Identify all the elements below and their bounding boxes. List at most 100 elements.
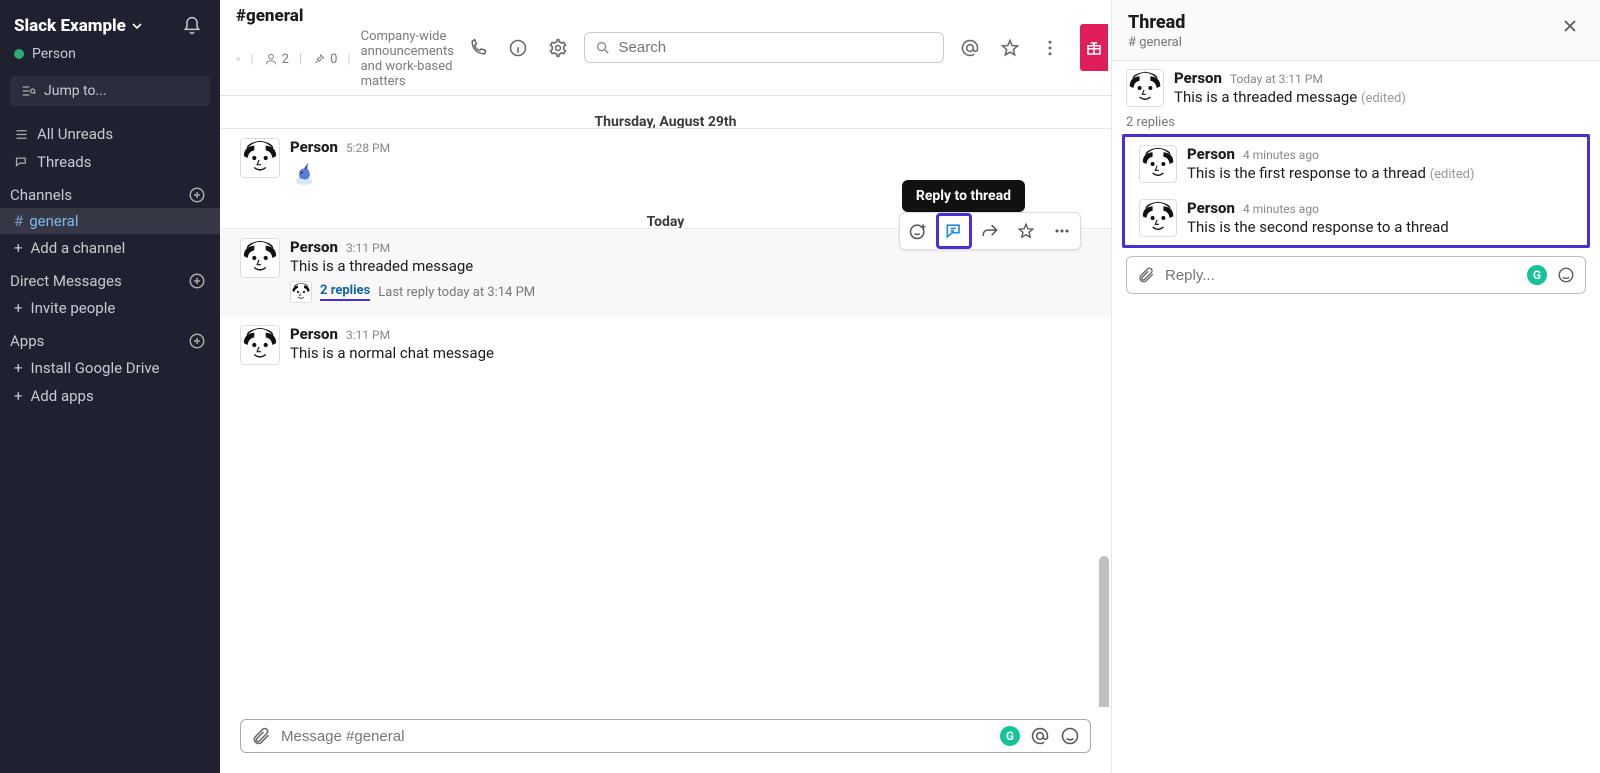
messages-list: Thursday, August 29th Person 5:28 PM xyxy=(220,96,1111,707)
presence-row: Person xyxy=(0,42,220,72)
dm-heading: Direct Messages xyxy=(10,272,122,290)
search-input[interactable] xyxy=(619,39,933,56)
highlighted-replies: Person 4 minutes ago This is the first r… xyxy=(1122,134,1590,248)
presence-dot-icon xyxy=(14,49,24,59)
mini-avatar xyxy=(290,281,312,303)
message-author[interactable]: Person xyxy=(1187,199,1235,217)
sidebar-item-threads[interactable]: Threads xyxy=(0,148,220,176)
star-icon[interactable] xyxy=(236,52,240,66)
channel-topic[interactable]: Company-wide announcements and work-base… xyxy=(361,29,464,89)
sidebar-item-label: Add apps xyxy=(31,387,94,405)
message-text: This is the second response to a thread xyxy=(1187,218,1573,236)
message-author[interactable]: Person xyxy=(1187,145,1235,163)
star-action-icon[interactable] xyxy=(1008,213,1044,249)
avatar[interactable] xyxy=(240,325,280,365)
message-timestamp[interactable]: 4 minutes ago xyxy=(1243,202,1319,216)
thread-icon xyxy=(14,155,29,170)
plus-icon: + xyxy=(14,359,23,377)
grammarly-icon[interactable]: G xyxy=(1527,265,1547,285)
pin-icon xyxy=(312,52,326,66)
jump-placeholder: Jump to... xyxy=(44,83,107,99)
thread-reply-input[interactable] xyxy=(1165,267,1517,284)
avatar[interactable] xyxy=(240,238,280,278)
message-composer[interactable]: G xyxy=(240,719,1091,753)
reply-thread-icon[interactable] xyxy=(936,213,972,249)
member-count[interactable]: 2 xyxy=(264,52,289,67)
thread-reply-composer[interactable]: G xyxy=(1126,256,1586,294)
replies-count: 2 replies xyxy=(1112,115,1600,134)
info-icon[interactable] xyxy=(504,34,532,62)
thread-parent-message: Person Today at 3:11 PM This is a thread… xyxy=(1112,61,1600,115)
new-dm-icon[interactable] xyxy=(188,272,206,290)
workspace-name: Slack Example xyxy=(14,16,126,36)
person-icon xyxy=(264,52,278,66)
emoji-icon[interactable] xyxy=(1060,726,1080,746)
hash-icon: # xyxy=(14,212,23,230)
search-box[interactable] xyxy=(584,32,944,63)
channel-general[interactable]: # general xyxy=(0,208,220,234)
scrollbar-thumb[interactable] xyxy=(1099,556,1109,707)
add-apps[interactable]: + Add apps xyxy=(0,382,220,410)
message-author[interactable]: Person xyxy=(290,238,338,256)
thread-reply: Person 4 minutes ago This is the first r… xyxy=(1125,137,1587,191)
close-thread-icon[interactable] xyxy=(1556,12,1584,40)
add-a-channel[interactable]: + Add a channel xyxy=(0,234,220,262)
pin-count[interactable]: 0 xyxy=(312,52,337,67)
avatar[interactable] xyxy=(1139,199,1177,237)
sidebar-item-label: Install Google Drive xyxy=(31,359,160,377)
notifications-bell-icon[interactable] xyxy=(178,12,206,40)
mentions-icon[interactable] xyxy=(956,34,984,62)
channel-meta: | 2 | 0 | Company-wide announcements and… xyxy=(236,29,464,89)
message-row: Reply to thread Person 3:11 PM This is a… xyxy=(220,230,1111,317)
avatar[interactable] xyxy=(1139,145,1177,183)
at-mention-icon[interactable] xyxy=(1030,726,1050,746)
edited-label: (edited) xyxy=(1361,91,1406,106)
grammarly-icon[interactable]: G xyxy=(1000,726,1020,746)
message-row: Person 3:11 PM This is a normal chat mes… xyxy=(220,317,1111,373)
channel-header: #general | 2 | 0 | Company-wide announce… xyxy=(220,0,1111,96)
workspace-switcher[interactable]: Slack Example xyxy=(14,16,142,36)
plus-icon: + xyxy=(14,239,23,257)
message-hover-actions xyxy=(899,212,1081,250)
avatar[interactable] xyxy=(1126,69,1164,107)
message-author[interactable]: Person xyxy=(290,138,338,156)
add-channel-icon[interactable] xyxy=(188,186,206,204)
channel-label: general xyxy=(29,212,78,230)
jump-to-input[interactable]: Jump to... xyxy=(10,76,210,106)
message-author[interactable]: Person xyxy=(1174,69,1222,87)
thread-subtitle: # general xyxy=(1128,35,1185,50)
invite-people[interactable]: + Invite people xyxy=(0,294,220,322)
date-divider: Thursday, August 29th xyxy=(220,96,1111,129)
message-author[interactable]: Person xyxy=(290,325,338,343)
attachment-icon[interactable] xyxy=(1137,266,1155,284)
more-menu-icon[interactable] xyxy=(1036,34,1064,62)
replies-link[interactable]: 2 replies xyxy=(320,283,370,301)
jump-icon xyxy=(20,83,36,99)
emoji-icon[interactable] xyxy=(1557,266,1575,284)
message-timestamp[interactable]: 3:11 PM xyxy=(346,328,390,342)
star-header-icon[interactable] xyxy=(996,34,1024,62)
sidebar: Slack Example Person Jump to... All Unre… xyxy=(0,0,220,773)
thread-panel: Thread # general Person Today at 3:11 PM… xyxy=(1112,0,1600,773)
main-column: #general | 2 | 0 | Company-wide announce… xyxy=(220,0,1112,773)
message-timestamp[interactable]: 5:28 PM xyxy=(346,141,390,155)
edited-label: (edited) xyxy=(1430,167,1475,182)
search-icon xyxy=(595,40,611,56)
install-google-drive[interactable]: + Install Google Drive xyxy=(0,354,220,382)
message-timestamp[interactable]: Today at 3:11 PM xyxy=(1230,72,1323,86)
settings-icon[interactable] xyxy=(544,34,572,62)
add-reaction-icon[interactable] xyxy=(900,213,936,249)
message-timestamp[interactable]: 3:11 PM xyxy=(346,241,390,255)
avatar[interactable] xyxy=(240,138,280,178)
call-icon[interactable] xyxy=(464,34,492,62)
attachment-icon[interactable] xyxy=(251,726,271,746)
thread-summary[interactable]: 2 replies Last reply today at 3:14 PM xyxy=(290,281,1091,303)
add-app-icon[interactable] xyxy=(188,332,206,350)
share-icon[interactable] xyxy=(972,213,1008,249)
gift-icon[interactable] xyxy=(1080,24,1108,71)
message-timestamp[interactable]: 4 minutes ago xyxy=(1243,148,1319,162)
composer-input[interactable] xyxy=(281,728,990,745)
more-actions-icon[interactable] xyxy=(1044,213,1080,249)
sidebar-item-all-unreads[interactable]: All Unreads xyxy=(0,120,220,148)
sidebar-item-label: Threads xyxy=(37,153,91,171)
